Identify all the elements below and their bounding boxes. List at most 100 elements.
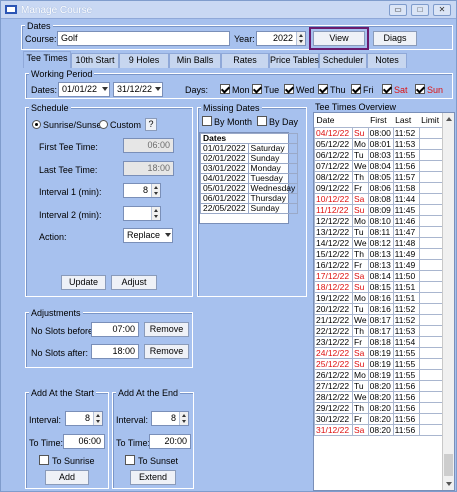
action-select[interactable]: Replace: [123, 228, 173, 243]
chevron-down-icon[interactable]: [165, 233, 171, 237]
table-row[interactable]: 04/12/22 Su 08:00 11:52: [314, 126, 444, 139]
remove-after-button[interactable]: Remove: [144, 344, 189, 359]
table-row[interactable]: 10/12/22 Sa 08:08 11:44: [314, 192, 444, 205]
extend-button[interactable]: Extend: [130, 470, 176, 485]
scroll-thumb[interactable]: [444, 454, 453, 476]
table-row[interactable]: 05/12/22 Mo 08:01 11:53: [314, 137, 444, 150]
tee-last: 11:56: [392, 390, 420, 403]
sun-checkbox[interactable]: [415, 84, 425, 94]
last-tee-field[interactable]: 18:00: [123, 161, 174, 176]
diags-button[interactable]: Diags: [373, 31, 417, 46]
scroll-down-icon[interactable]: [446, 482, 452, 486]
tab-9-holes[interactable]: 9 Holes: [119, 53, 169, 68]
wed-checkbox[interactable]: [284, 84, 294, 94]
table-row[interactable]: 16/12/22 Fr 08:13 11:49: [314, 258, 444, 271]
add-start-to-time-field[interactable]: 06:00: [63, 434, 105, 449]
add-end-interval-field[interactable]: 8: [151, 411, 189, 426]
scroll-up-icon[interactable]: [446, 117, 452, 121]
table-row[interactable]: 22/12/22 Th 08:17 11:53: [314, 324, 444, 337]
table-row[interactable]: 12/12/22 Mo 08:10 11:46: [314, 214, 444, 227]
list-item[interactable]: 02/01/2022 Sunday: [200, 153, 299, 164]
interval1-field[interactable]: 8: [123, 183, 161, 198]
update-button[interactable]: Update: [61, 275, 106, 290]
list-item[interactable]: 05/01/2022 Wednesday: [200, 183, 299, 194]
table-row[interactable]: 26/12/22 Mo 08:19 11:55: [314, 368, 444, 381]
chevron-down-icon[interactable]: [155, 87, 161, 91]
course-field[interactable]: Golf: [57, 31, 230, 46]
sunrise-sunset-radio[interactable]: [32, 120, 41, 129]
add-end-interval-spinner[interactable]: [179, 412, 188, 425]
custom-radio[interactable]: [99, 120, 108, 129]
tab-notes[interactable]: Notes: [367, 53, 407, 68]
table-row[interactable]: 25/12/22 Su 08:19 11:55: [314, 357, 444, 370]
tee-times-table[interactable]: Date First Last Limit 04/12/22 Su 08:00 11:…: [313, 112, 455, 491]
table-row[interactable]: 27/12/22 Tu 08:20 11:56: [314, 379, 444, 392]
table-row[interactable]: 23/12/22 Fr 08:18 11:54: [314, 335, 444, 348]
to-sunrise-checkbox[interactable]: [39, 455, 49, 465]
table-row[interactable]: 09/12/22 Fr 08:06 11:58: [314, 181, 444, 194]
list-item[interactable]: 01/01/2022 Saturday: [200, 143, 299, 154]
interval2-spinner[interactable]: [151, 207, 160, 220]
no-slots-before-field[interactable]: 07:00: [91, 322, 139, 337]
close-button[interactable]: ✕: [433, 4, 451, 16]
help-button[interactable]: ?: [145, 118, 157, 131]
tue-checkbox[interactable]: [252, 84, 262, 94]
list-item[interactable]: 06/01/2022 Thursday: [200, 193, 299, 204]
minimize-button[interactable]: ▭: [389, 4, 407, 16]
tab-price-tables[interactable]: Price Tables: [269, 53, 319, 68]
add-end-to-time-field[interactable]: 20:00: [149, 434, 191, 449]
period-from-field[interactable]: 01/01/22: [58, 82, 110, 97]
tab-scheduler[interactable]: Scheduler: [319, 53, 367, 68]
mon-checkbox[interactable]: [220, 84, 230, 94]
table-row[interactable]: 14/12/22 We 08:12 11:48: [314, 236, 444, 249]
thu-checkbox[interactable]: [318, 84, 328, 94]
tab-tee-times[interactable]: Tee Times: [23, 51, 71, 68]
tab-rates[interactable]: Rates: [221, 53, 269, 68]
add-start-interval-field[interactable]: 8: [65, 411, 103, 426]
table-row[interactable]: 30/12/22 Fr 08:20 11:56: [314, 412, 444, 425]
period-to-field[interactable]: 31/12/22: [113, 82, 163, 97]
list-item[interactable]: 03/01/2022 Monday: [200, 163, 299, 174]
interval2-field[interactable]: [123, 206, 161, 221]
table-row[interactable]: 29/12/22 Th 08:20 11:56: [314, 401, 444, 414]
sat-checkbox[interactable]: [382, 84, 392, 94]
interval1-spinner[interactable]: [151, 184, 160, 197]
year-spinner[interactable]: [296, 32, 305, 45]
table-row[interactable]: 20/12/22 Tu 08:16 11:52: [314, 302, 444, 315]
adjust-button[interactable]: Adjust: [111, 275, 157, 290]
table-row[interactable]: 07/12/22 We 08:04 11:56: [314, 159, 444, 172]
table-row[interactable]: 08/12/22 Th 08:05 11:57: [314, 170, 444, 183]
tab-10th-start[interactable]: 10th Start: [71, 53, 119, 68]
tee-limit: [418, 225, 444, 238]
table-row[interactable]: 17/12/22 Sa 08:14 11:50: [314, 269, 444, 282]
first-tee-field[interactable]: 06:00: [123, 138, 174, 153]
list-item[interactable]: 04/01/2022 Tuesday: [200, 173, 299, 184]
table-row[interactable]: 31/12/22 Sa 08:20 11:56: [314, 423, 444, 436]
add-button[interactable]: Add: [45, 470, 89, 485]
table-row[interactable]: 28/12/22 We 08:20 11:56: [314, 390, 444, 403]
title-bar: Manage Course ▭ □ ✕: [1, 1, 456, 19]
year-field[interactable]: 2022: [256, 31, 306, 46]
tab-min-balls[interactable]: Min Balls: [169, 53, 221, 68]
table-row[interactable]: 21/12/22 We 08:17 11:52: [314, 313, 444, 326]
missing-dates-list[interactable]: Dates 01/01/2022 Saturday 02/01/2022 Sunda…: [199, 132, 299, 224]
to-sunset-checkbox[interactable]: [125, 455, 135, 465]
by-month-checkbox[interactable]: [202, 116, 212, 126]
view-button[interactable]: View: [309, 27, 369, 50]
remove-before-button[interactable]: Remove: [144, 322, 189, 337]
list-item[interactable]: 22/05/2022 Sunday: [200, 203, 299, 214]
add-start-interval-spinner[interactable]: [93, 412, 102, 425]
table-row[interactable]: 11/12/22 Su 08:09 11:45: [314, 203, 444, 216]
table-row[interactable]: 13/12/22 Tu 08:11 11:47: [314, 225, 444, 238]
table-row[interactable]: 24/12/22 Sa 08:19 11:55: [314, 346, 444, 359]
table-row[interactable]: 18/12/22 Su 08:15 11:51: [314, 280, 444, 293]
by-day-checkbox[interactable]: [257, 116, 267, 126]
table-row[interactable]: 19/12/22 Mo 08:16 11:51: [314, 291, 444, 304]
chevron-down-icon[interactable]: [102, 87, 108, 91]
no-slots-after-field[interactable]: 18:00: [91, 344, 139, 359]
table-row[interactable]: 06/12/22 Tu 08:03 11:55: [314, 148, 444, 161]
fri-checkbox[interactable]: [351, 84, 361, 94]
table-row[interactable]: 15/12/22 Th 08:13 11:49: [314, 247, 444, 260]
maximize-button[interactable]: □: [411, 4, 429, 16]
tee-times-scrollbar[interactable]: [442, 113, 454, 490]
